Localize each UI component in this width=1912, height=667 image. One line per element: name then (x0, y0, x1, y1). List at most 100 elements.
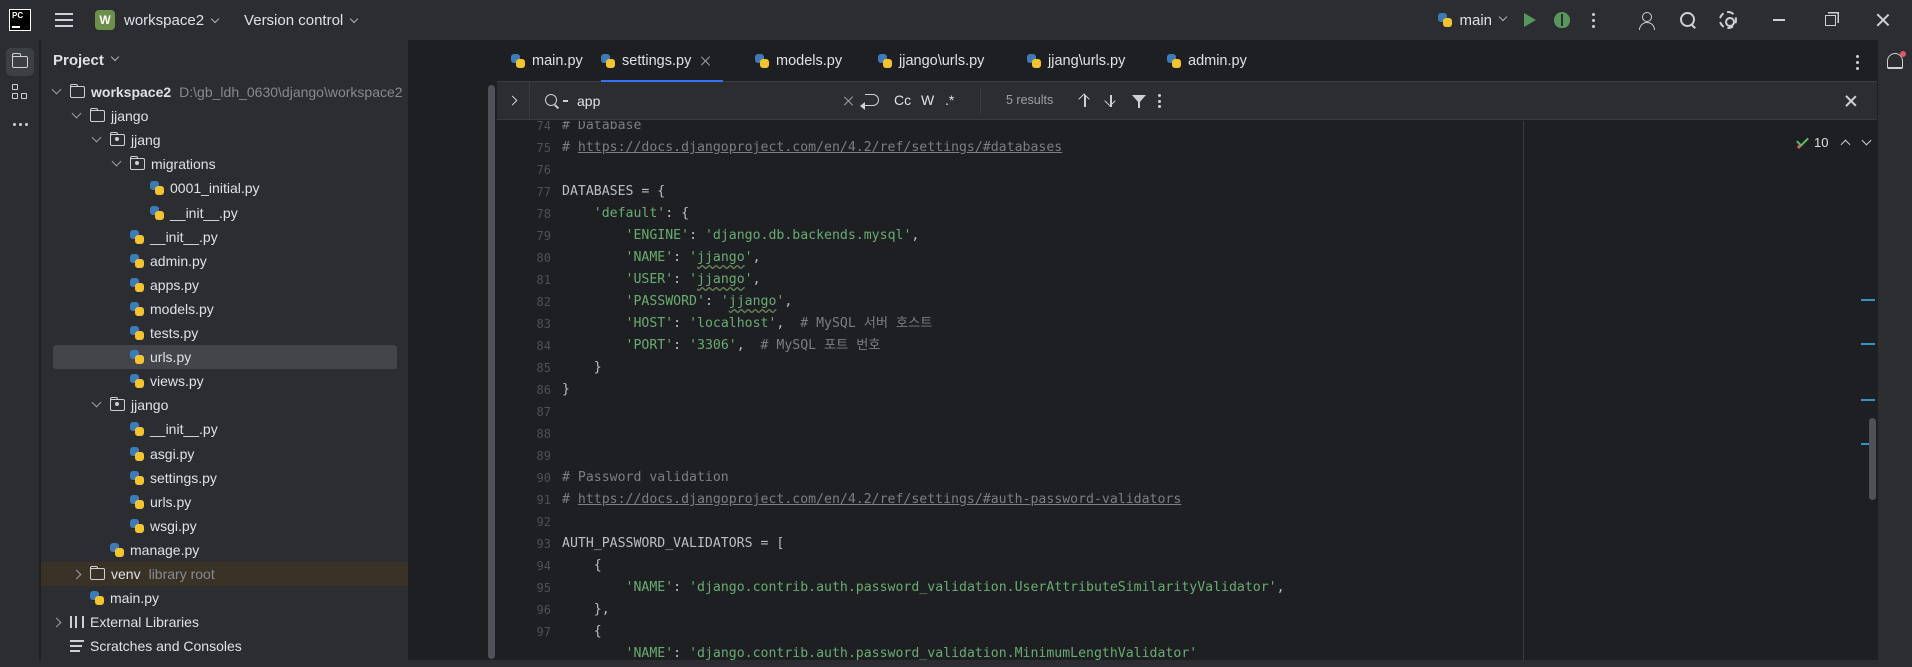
more-tools-button[interactable] (6, 110, 34, 138)
tree-item[interactable]: __init__.py (41, 225, 408, 249)
tree-item[interactable]: admin.py (41, 249, 408, 273)
filter-icon[interactable] (1132, 95, 1146, 108)
whole-words-toggle[interactable]: W (921, 92, 934, 108)
python-file-icon (130, 229, 144, 244)
tree-item[interactable]: tests.py (41, 321, 408, 345)
clear-search-icon[interactable] (844, 96, 854, 106)
tree-item[interactable]: jjang (41, 128, 408, 152)
code-editor[interactable]: 74 75 76 77 78 79 80 81 82 83 84 85 86 87 88 89 90 91 92 93… (497, 121, 1877, 667)
code-line-95: }, (562, 599, 610, 621)
tree-item[interactable]: manage.py (41, 538, 408, 562)
search-icon[interactable] (545, 94, 557, 106)
tree-item[interactable]: Scratches and Consoles (41, 634, 408, 658)
tree-item[interactable]: venv library root (41, 562, 408, 586)
inspections-widget[interactable]: 10 (1796, 134, 1872, 150)
tree-item[interactable]: jjango (41, 393, 408, 417)
chevron-right-icon[interactable] (71, 569, 82, 579)
tree-item-label: venv (111, 566, 141, 582)
find-input[interactable] (577, 91, 777, 111)
tree-item[interactable]: __init__.py (41, 417, 408, 441)
tab-jjango-urls-py[interactable]: jjango\urls.py (878, 40, 984, 82)
find-result-marker[interactable] (1861, 299, 1875, 301)
tree-item[interactable]: views.py (41, 369, 408, 393)
project-badge[interactable]: W (95, 10, 115, 30)
tree-item[interactable]: workspace2 D:\gb_ldh_0630\django\workspac… (41, 80, 408, 104)
scratches-icon (70, 640, 84, 652)
chevron-right-icon[interactable] (51, 617, 62, 628)
find-result-marker[interactable] (1861, 399, 1875, 401)
tree-item-label: External Libraries (90, 614, 199, 631)
structure-tool-button[interactable] (6, 78, 34, 106)
tab-main-py[interactable]: main.py (511, 40, 583, 82)
tree-item[interactable]: __init__.py (41, 201, 408, 225)
tab-models-py[interactable]: models.py (755, 40, 842, 82)
line-number: 93 (536, 537, 551, 551)
chevron-down-icon[interactable] (91, 132, 102, 143)
docs-link[interactable]: https://docs.djangoproject.com/en/4.2/re… (578, 492, 1181, 507)
close-tab-icon[interactable] (701, 56, 711, 66)
string: 'PASSWORD' (625, 294, 705, 309)
chevron-down-icon[interactable] (91, 397, 102, 408)
chevron-down-icon[interactable] (71, 108, 82, 119)
tree-item[interactable]: apps.py (41, 273, 408, 297)
regex-toggle[interactable]: .* (945, 92, 954, 108)
tab-admin-py[interactable]: admin.py (1167, 40, 1247, 82)
project-panel-header[interactable]: Project (41, 40, 408, 80)
line-number: 90 (536, 471, 551, 485)
python-file-icon (130, 494, 144, 509)
tree-item[interactable]: models.py (41, 297, 408, 321)
editor-scrollbar[interactable] (1869, 418, 1876, 500)
previous-highlight-icon[interactable] (1841, 139, 1851, 150)
tab-jjang-urls-py[interactable]: jjang\urls.py (1027, 40, 1125, 82)
tab-actions-icon[interactable] (1856, 55, 1859, 70)
package-folder-icon (129, 156, 145, 171)
match-case-toggle[interactable]: Cc (894, 92, 911, 108)
restore-window-icon[interactable] (1825, 14, 1836, 26)
code-with-me-icon[interactable] (1639, 11, 1657, 30)
previous-occurrence-icon[interactable] (1078, 93, 1091, 108)
tree-item[interactable]: asgi.py (41, 442, 408, 466)
search-everywhere-icon[interactable] (1679, 11, 1697, 29)
more-actions-icon[interactable] (1592, 12, 1595, 28)
settings-gear-icon[interactable] (1719, 11, 1737, 29)
tree-item-label: tests.py (150, 325, 199, 341)
tree-item[interactable]: settings.py (41, 466, 408, 490)
find-options-icon[interactable] (1158, 94, 1161, 108)
tab-settings-py[interactable]: settings.py (601, 40, 724, 83)
close-window-icon[interactable] (1876, 13, 1890, 27)
tree-item[interactable]: jjango (41, 104, 408, 128)
expand-replace-icon[interactable] (507, 95, 518, 106)
python-file-icon (90, 591, 104, 606)
line-number: 91 (536, 493, 551, 507)
project-switcher[interactable]: workspace2 (124, 12, 220, 29)
run-configuration-selector[interactable]: main (1438, 12, 1508, 29)
tree-item[interactable]: 0001_initial.py (41, 176, 408, 200)
string: 'django.contrib.auth.password_validation… (689, 646, 1198, 661)
tree-item[interactable]: main.py (41, 586, 408, 610)
tree-item[interactable]: External Libraries (41, 610, 408, 634)
new-line-icon[interactable] (860, 94, 879, 110)
chevron-down-icon[interactable] (111, 156, 122, 167)
project-panel: Project workspace2 D:\gb_ldh_0630\django\… (41, 40, 408, 667)
tree-item[interactable]: urls.py (41, 345, 408, 370)
chevron-down-icon[interactable] (51, 84, 62, 94)
next-highlight-icon[interactable] (1862, 135, 1872, 146)
next-occurrence-icon[interactable] (1104, 94, 1117, 108)
debug-icon[interactable] (1554, 12, 1570, 28)
docs-link[interactable]: https://docs.djangoproject.com/en/4.2/re… (578, 140, 1062, 155)
run-icon[interactable] (1524, 13, 1536, 27)
python-file-icon (130, 326, 144, 340)
version-control-menu[interactable]: Version control (244, 12, 359, 29)
close-find-icon[interactable] (1845, 95, 1857, 107)
code-line-74: # Database (562, 121, 641, 137)
chevron-down-icon (1498, 12, 1508, 22)
tree-item[interactable]: urls.py (41, 490, 408, 514)
project-scrollbar[interactable] (488, 85, 495, 659)
tree-item[interactable]: migrations (41, 152, 408, 176)
project-tool-button[interactable] (6, 48, 34, 76)
find-result-marker[interactable] (1861, 343, 1875, 345)
tree-item[interactable]: wsgi.py (41, 514, 408, 538)
main-menu-icon[interactable] (55, 13, 73, 27)
minimize-window-icon[interactable] (1773, 19, 1785, 21)
search-history-icon[interactable] (563, 100, 568, 102)
